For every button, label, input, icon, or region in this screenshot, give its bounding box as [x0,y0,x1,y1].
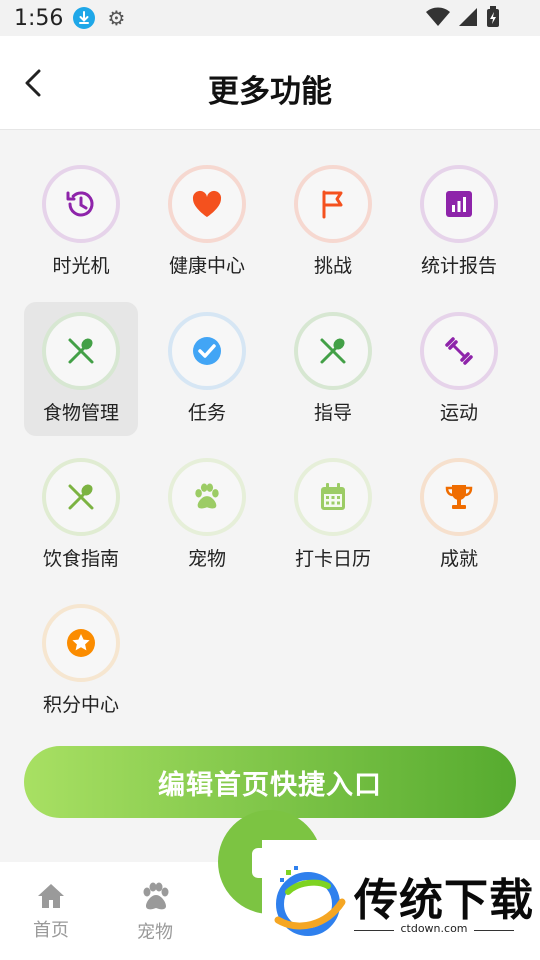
feature-label: 运动 [439,402,478,424]
utensils-icon [62,478,100,516]
check-circle-icon [188,332,226,370]
feature-label: 饮食指南 [42,548,119,570]
signal-icon [459,8,477,26]
feature-icon-ring [420,458,498,536]
feature-item[interactable]: 挑战 [276,155,390,289]
feature-icon-ring [168,312,246,390]
watermark-divider-right [474,930,514,931]
page-title: 更多功能 [208,74,332,110]
feature-icon-ring [294,165,372,243]
feature-icon-ring [42,312,120,390]
feature-label: 食物管理 [42,402,119,424]
feature-icon-ring [42,165,120,243]
status-indicators [426,6,500,28]
wifi-icon [426,7,450,26]
feature-item[interactable]: 宠物 [150,448,264,582]
feature-label: 任务 [187,402,226,424]
paw-icon [143,882,169,910]
feature-icon-ring [42,604,120,682]
feature-item[interactable]: 饮食指南 [24,448,138,582]
feature-label: 指导 [313,402,352,424]
tab-pet[interactable]: 宠物 [120,882,190,944]
calendar-icon [314,478,352,516]
chart-icon [440,185,478,223]
download-icon [73,7,96,29]
tab-home-label: 首页 [33,920,69,941]
feature-item[interactable]: 指导 [276,302,390,436]
tab-pet-label: 宠物 [137,922,173,943]
watermark-url: ctdown.com [400,922,468,935]
feature-label: 健康中心 [168,255,245,277]
edit-shortcuts-button[interactable]: 编辑首页快捷入口 [24,746,516,818]
feature-label: 打卡日历 [294,548,371,570]
feature-item[interactable]: 健康中心 [150,155,264,289]
flag-icon [314,185,352,223]
feature-icon-ring [168,458,246,536]
feature-item[interactable]: 打卡日历 [276,448,390,582]
feature-item[interactable]: 统计报告 [402,155,516,289]
feature-item[interactable]: 时光机 [24,155,138,289]
star-icon [62,624,100,662]
feature-label: 统计报告 [420,255,497,277]
settings-gear-icon: ⚙ [107,6,126,30]
feature-item[interactable]: 食物管理 [24,302,138,436]
history-icon [62,185,100,223]
feature-icon-ring [42,458,120,536]
feature-icon-ring [420,312,498,390]
feature-label: 挑战 [313,255,352,277]
paw-icon [188,478,226,516]
feature-item[interactable]: 任务 [150,302,264,436]
feature-item[interactable]: 积分中心 [24,594,138,728]
feature-item[interactable]: 运动 [402,302,516,436]
heart-icon [188,185,226,223]
dumbbell-icon [440,332,478,370]
tab-home[interactable]: 首页 [16,882,86,942]
watermark: 传统下载 ctdown.com [262,840,540,960]
feature-label: 成就 [439,548,478,570]
trophy-icon [440,478,478,516]
feature-icon-ring [294,458,372,536]
utensils-icon [314,332,352,370]
watermark-logo-icon [274,866,346,936]
feature-icon-ring [420,165,498,243]
utensils-icon [62,332,100,370]
feature-label: 积分中心 [42,694,119,716]
feature-label: 时光机 [52,255,110,277]
home-icon [38,884,64,908]
feature-item[interactable]: 成就 [402,448,516,582]
feature-icon-ring [168,165,246,243]
status-time: 1:56 [14,5,64,31]
status-bar: 1:56 ⚙ [0,0,540,36]
feature-icon-ring [294,312,372,390]
header: 更多功能 [0,36,540,130]
battery-icon [487,6,499,27]
watermark-title: 传统下载 [354,875,534,926]
feature-label: 宠物 [187,548,226,570]
